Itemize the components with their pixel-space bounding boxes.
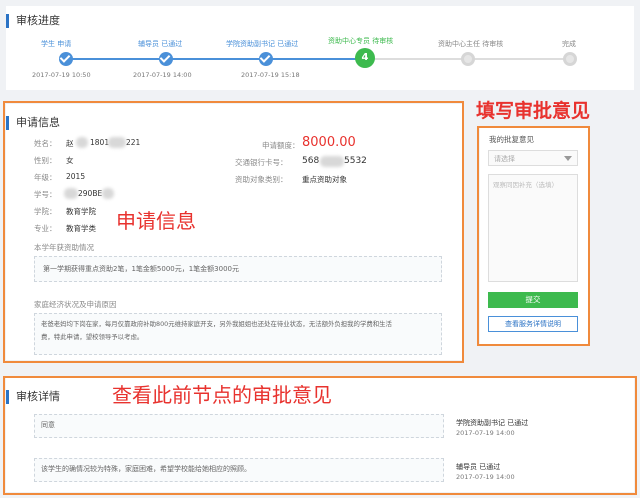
approval-outline [477,126,590,346]
check-icon [59,52,71,63]
step-line-2 [166,58,266,60]
step-dot-1 [59,52,73,66]
annotation-details: 查看此前节点的审批意见 [112,383,332,407]
step-line-1 [66,58,166,60]
step-dot-4-current: 4 [355,48,375,68]
check-icon [259,52,271,63]
step-line-4 [368,58,468,60]
info-outline [3,101,464,363]
progress-header-bar [6,14,9,28]
annotation-info: 申请信息 [116,209,196,233]
step-dot-6 [563,52,577,66]
step-label-5: 资助中心主任 待审核 [438,40,504,48]
step-dot-5 [461,52,475,66]
step-label-2: 辅导员 已通过 [138,40,183,48]
progress-title: 审核进度 [16,14,60,27]
step-date-3: 2017-07-19 15:18 [241,71,300,79]
check-icon [159,52,171,63]
step-label-1: 学生 申请 [41,40,72,48]
step-line-3 [266,58,362,60]
annotation-approval: 填写审批意见 [476,100,591,122]
step-dot-3 [259,52,273,66]
step-label-6: 完成 [562,40,576,48]
step-number: 4 [361,52,369,63]
step-date-2: 2017-07-19 14:00 [133,71,192,79]
step-line-5 [468,58,568,60]
step-label-4: 资助中心专员 待审核 [328,37,394,45]
progress-panel: 审核进度 学生 申请 辅导员 已通过 学院资助副书记 已通过 资助中心专员 待审… [6,6,634,90]
step-label-3: 学院资助副书记 已通过 [226,40,299,48]
step-date-1: 2017-07-19 10:50 [32,71,91,79]
step-dot-2 [159,52,173,66]
